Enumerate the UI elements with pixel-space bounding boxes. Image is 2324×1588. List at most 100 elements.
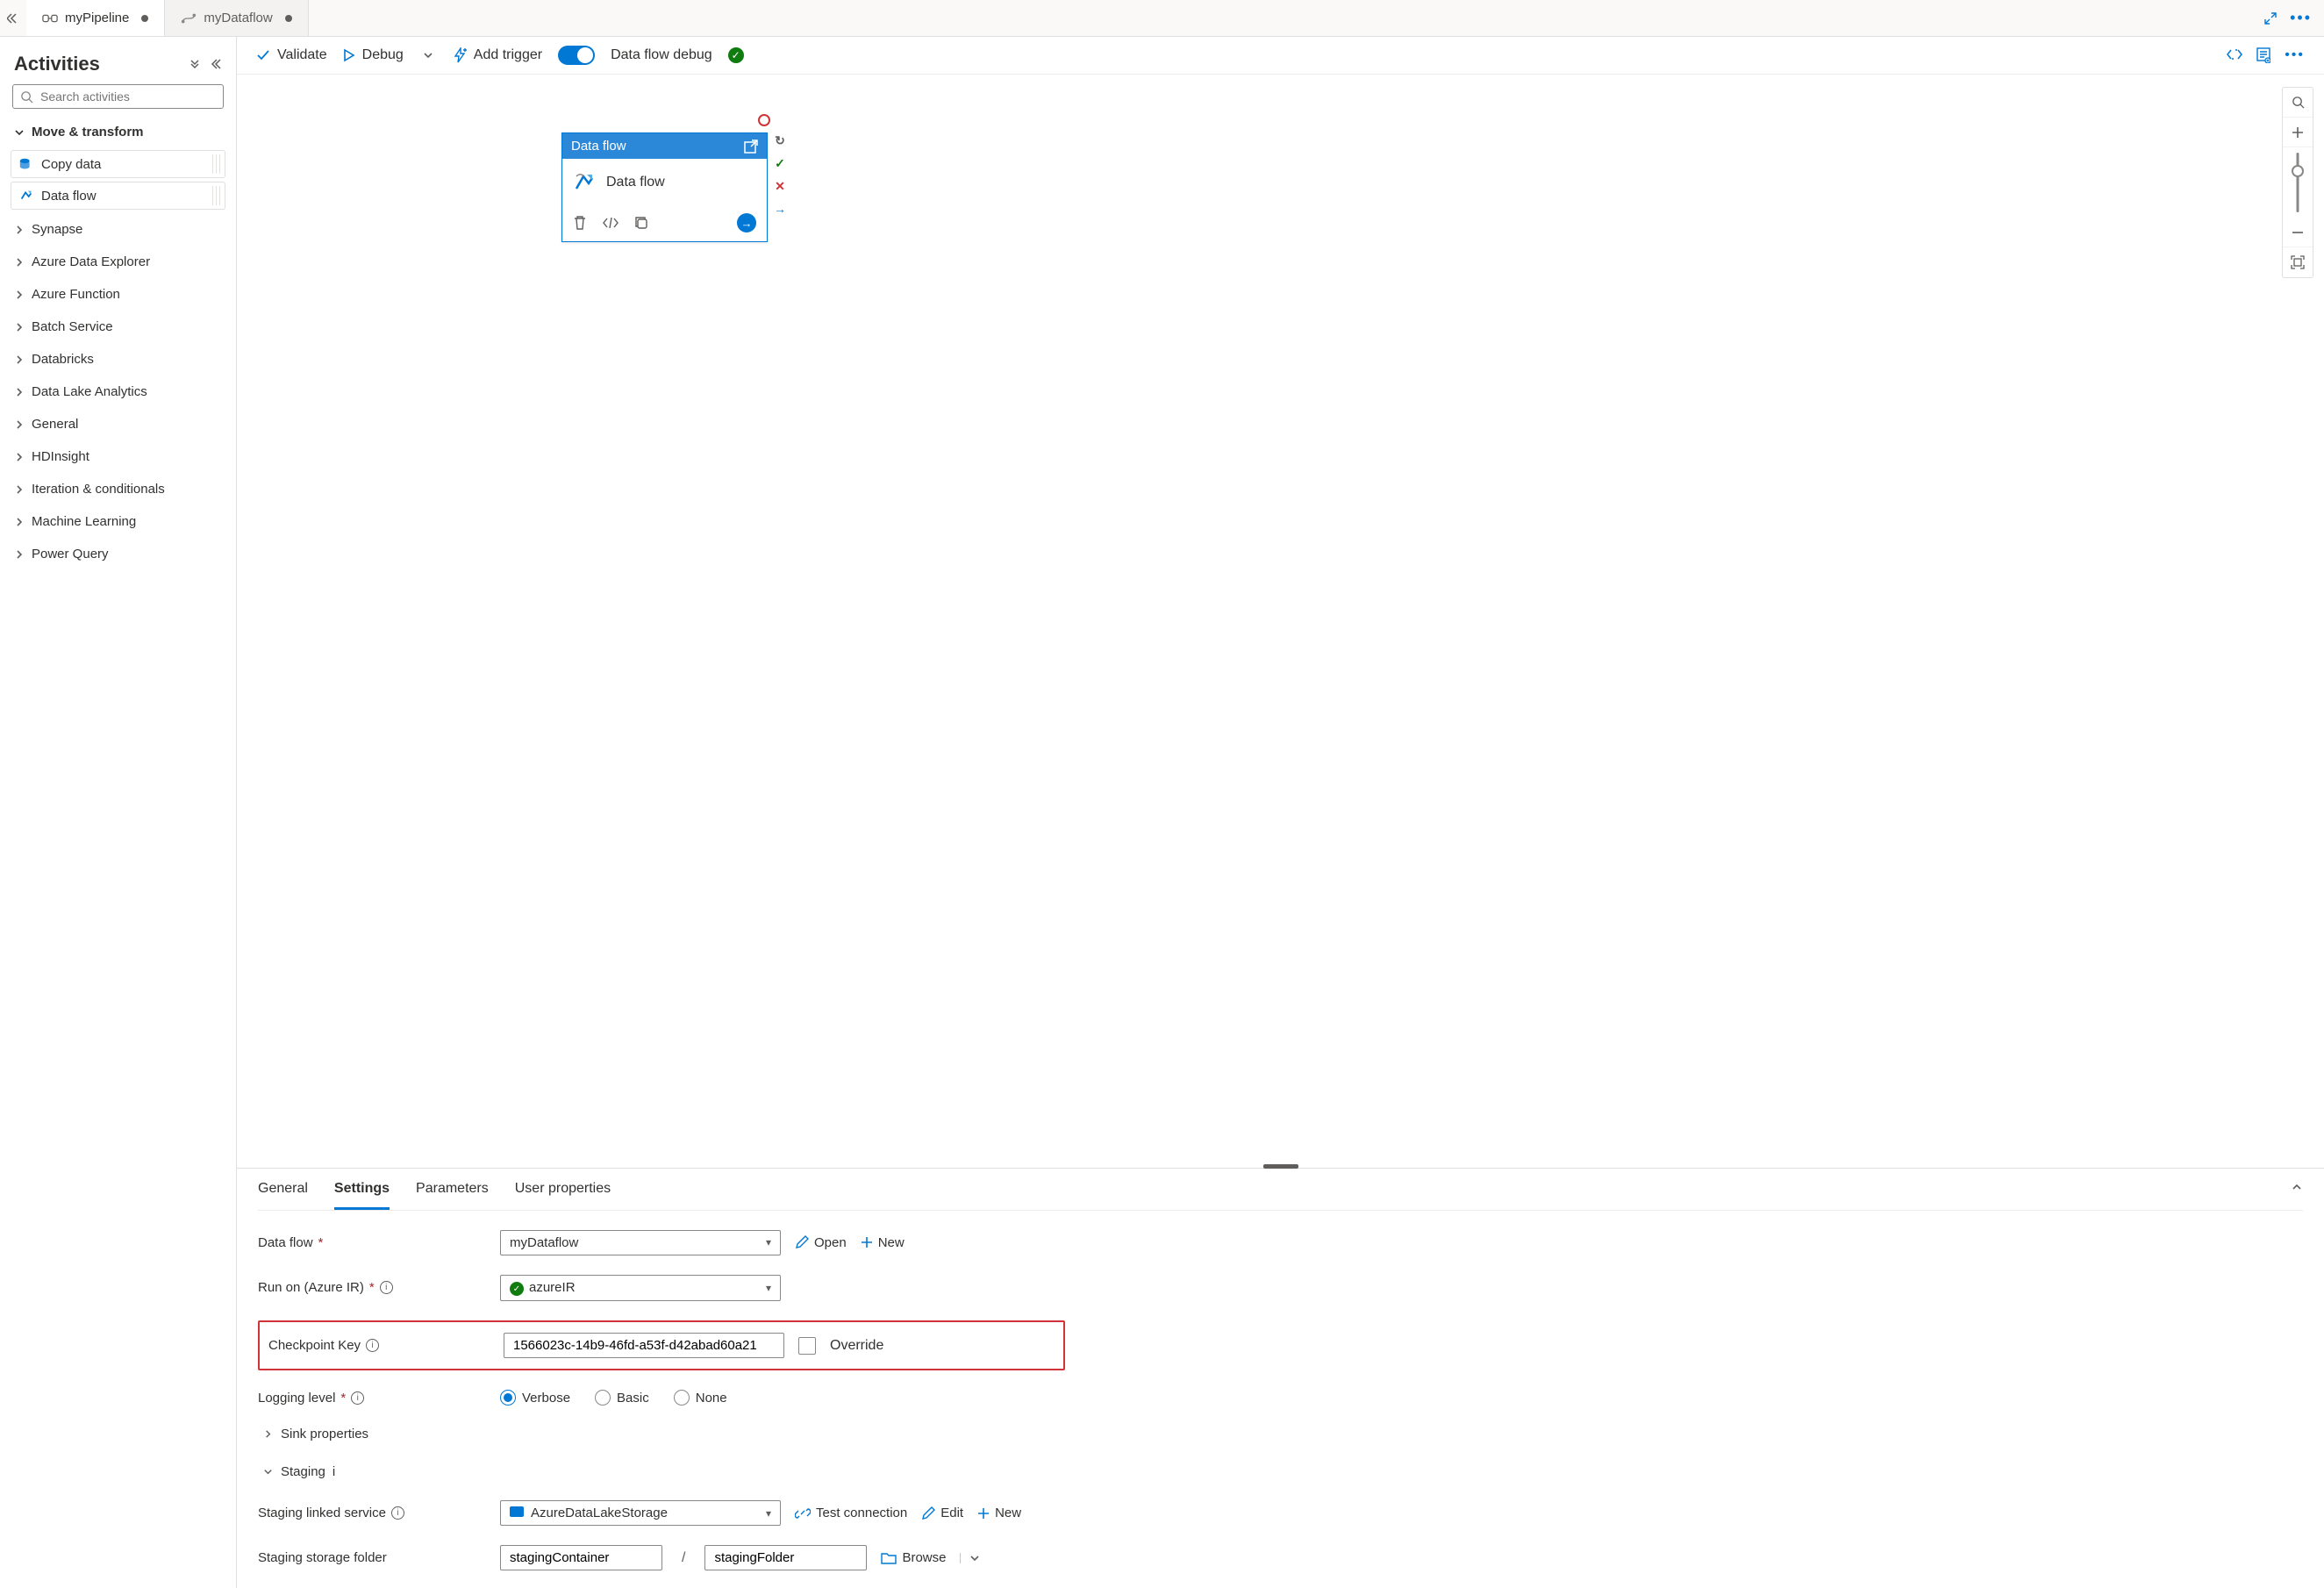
staging-folder-input[interactable] [704,1545,867,1570]
trigger-icon [453,47,467,63]
run-node-icon[interactable]: → [737,213,756,232]
fit-screen-icon[interactable] [2283,247,2313,277]
group-machine-learning[interactable]: Machine Learning [9,505,227,538]
info-icon[interactable]: i [391,1506,404,1520]
group-databricks[interactable]: Databricks [9,343,227,376]
port-completion-icon[interactable]: → [772,201,788,217]
activity-data-flow[interactable]: Data flow [11,182,225,210]
chevron-down-icon: ▾ [766,1236,771,1248]
checkpoint-key-input[interactable] [504,1333,784,1358]
logging-verbose-radio[interactable]: Verbose [500,1390,570,1406]
code-view-icon[interactable] [2227,47,2242,63]
zoom-in-icon[interactable] [2283,118,2313,147]
zoom-out-icon[interactable] [2283,218,2313,247]
sink-properties-header[interactable]: Sink properties [263,1425,1065,1443]
staging-linked-service-select[interactable]: AzureDataLakeStorage ▾ [500,1500,781,1526]
logging-none-radio[interactable]: None [674,1390,727,1406]
browse-dropdown-icon[interactable] [960,1553,980,1563]
tab-general[interactable]: General [258,1181,308,1210]
plus-icon [861,1236,873,1248]
tab-parameters[interactable]: Parameters [416,1181,489,1210]
integration-runtime-select[interactable]: ✓azureIR ▾ [500,1275,781,1302]
staging-container-input[interactable] [500,1545,662,1570]
canvas-search-icon[interactable] [2283,88,2313,118]
drag-grip-icon [212,154,221,174]
group-iteration-conditionals[interactable]: Iteration & conditionals [9,473,227,505]
chevron-right-icon [14,257,25,268]
tab-label: myPipeline [65,11,129,25]
test-connection-button[interactable]: Test connection [795,1506,907,1520]
open-external-icon[interactable] [744,139,758,154]
tab-user-properties[interactable]: User properties [515,1181,611,1210]
properties-pane: General Settings Parameters User propert… [237,1169,2324,1588]
open-dataflow-button[interactable]: Open [795,1235,847,1250]
connection-icon [795,1506,811,1520]
debug-button[interactable]: Debug [343,47,404,63]
search-activities[interactable] [12,84,224,109]
tab-label: myDataflow [204,11,272,25]
properties-icon[interactable] [2256,47,2270,63]
delete-icon[interactable] [573,215,587,231]
chevron-down-icon [14,127,25,138]
search-input[interactable] [40,89,216,104]
info-icon[interactable]: i [380,1281,393,1294]
expand-panel-button[interactable] [0,0,26,36]
group-move-transform[interactable]: Move & transform [9,118,227,147]
new-linked-service-button[interactable]: New [977,1506,1021,1520]
group-batch-service[interactable]: Batch Service [9,311,227,343]
browse-folder-button[interactable]: Browse [881,1550,946,1565]
port-retry-icon[interactable]: ↻ [772,132,788,148]
chevron-right-icon [14,549,25,560]
info-icon[interactable]: i [351,1391,364,1405]
info-icon[interactable]: i [333,1464,335,1479]
clone-icon[interactable] [634,216,648,230]
more-icon[interactable]: ••• [2290,9,2312,27]
pipeline-canvas[interactable]: Data flow Data flow → ↻ [237,75,2324,1169]
edit-linked-service-button[interactable]: Edit [921,1506,963,1520]
activity-copy-data[interactable]: Copy data [11,150,225,178]
dataflow-select[interactable]: myDataflow ▾ [500,1230,781,1255]
group-hdinsight[interactable]: HDInsight [9,440,227,473]
collapse-properties-icon[interactable] [2291,1181,2303,1210]
dataflow-debug-toggle[interactable] [558,46,595,65]
activities-sidebar: Activities Move & transform Copy data [0,37,237,1588]
info-icon[interactable]: i [366,1339,379,1352]
chevron-right-icon [14,322,25,333]
group-azure-data-explorer[interactable]: Azure Data Explorer [9,246,227,278]
checkpoint-key-highlight: Checkpoint Key i Override [258,1320,1065,1370]
collapse-sidebar-icon[interactable] [210,58,222,70]
debug-dropdown[interactable] [419,50,437,61]
chevron-down-icon: ▾ [766,1507,771,1520]
chevron-right-icon [14,354,25,365]
tab-settings[interactable]: Settings [334,1181,390,1210]
add-trigger-button[interactable]: Add trigger [453,47,542,63]
expand-all-icon[interactable] [189,58,201,70]
logging-level-radios: Verbose Basic None [500,1390,727,1406]
code-icon[interactable] [603,217,619,229]
port-success-icon[interactable]: ✓ [772,155,788,171]
group-synapse[interactable]: Synapse [9,213,227,246]
group-power-query[interactable]: Power Query [9,538,227,570]
tab-pipeline[interactable]: myPipeline [26,0,165,36]
group-data-lake-analytics[interactable]: Data Lake Analytics [9,376,227,408]
edit-icon [795,1235,809,1249]
node-output-ports: ↻ ✓ ✕ → [772,132,788,217]
dataflow-debug-label: Data flow debug [611,47,712,63]
maximize-icon[interactable] [2263,11,2278,25]
storage-icon [510,1506,524,1517]
staging-header[interactable]: Staging i [263,1463,1065,1481]
group-general[interactable]: General [9,408,227,440]
drag-grip-icon [212,186,221,205]
port-failure-icon[interactable]: ✕ [772,178,788,194]
override-checkbox[interactable] [798,1337,816,1355]
logging-basic-radio[interactable]: Basic [595,1390,649,1406]
zoom-slider[interactable] [2283,147,2313,218]
new-dataflow-button[interactable]: New [861,1235,905,1250]
group-azure-function[interactable]: Azure Function [9,278,227,311]
tab-dataflow[interactable]: myDataflow [165,0,308,36]
validate-button[interactable]: Validate [256,47,327,63]
override-label: Override [830,1338,883,1354]
dataflow-node[interactable]: Data flow Data flow → [561,132,768,242]
more-actions-icon[interactable]: ••• [2285,47,2305,63]
search-icon [20,90,33,104]
